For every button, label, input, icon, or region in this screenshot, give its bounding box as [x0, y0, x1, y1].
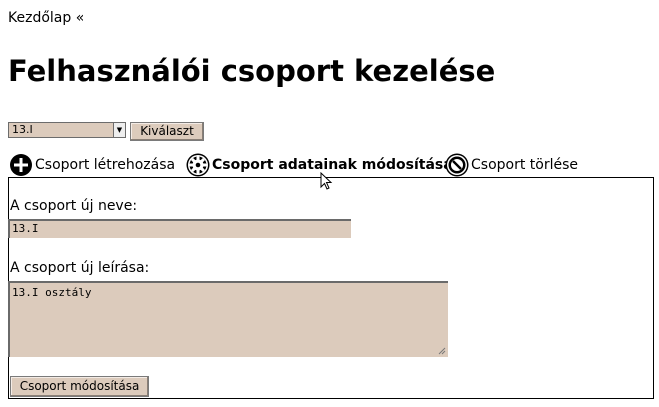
group-description-value: 13.I osztály — [12, 286, 92, 299]
breadcrumb-home-link[interactable]: Kezdőlap « — [8, 10, 84, 26]
page-title: Felhasználói csoport kezelése — [8, 54, 496, 88]
group-select-value: 13.I — [12, 123, 33, 136]
select-button[interactable]: Kiválaszt — [130, 122, 204, 141]
mouse-cursor-icon — [320, 172, 333, 190]
group-select[interactable]: 13.I ▼ — [8, 122, 126, 138]
tab-create-label: Csoport létrehozása — [35, 157, 176, 173]
tab-create-group[interactable]: Csoport létrehozása — [9, 152, 175, 178]
group-name-label: A csoport új neve: — [10, 198, 138, 214]
group-name-input[interactable]: 13.I — [8, 219, 351, 238]
tab-modify-label: Csoport adatainak módosítása — [212, 157, 453, 173]
dropdown-arrow-icon[interactable]: ▼ — [113, 123, 125, 137]
tab-delete-group[interactable]: Csoport törlése — [445, 152, 578, 178]
group-description-label: A csoport új leírása: — [10, 260, 150, 276]
plus-circle-icon — [10, 154, 32, 176]
resize-grip-icon[interactable] — [438, 347, 446, 355]
tab-delete-label: Csoport törlése — [471, 157, 579, 173]
gear-icon — [186, 153, 210, 177]
group-description-textarea[interactable]: 13.I osztály — [8, 281, 448, 357]
modify-group-button[interactable]: Csoport módosítása — [10, 376, 149, 397]
no-entry-icon — [445, 153, 469, 177]
